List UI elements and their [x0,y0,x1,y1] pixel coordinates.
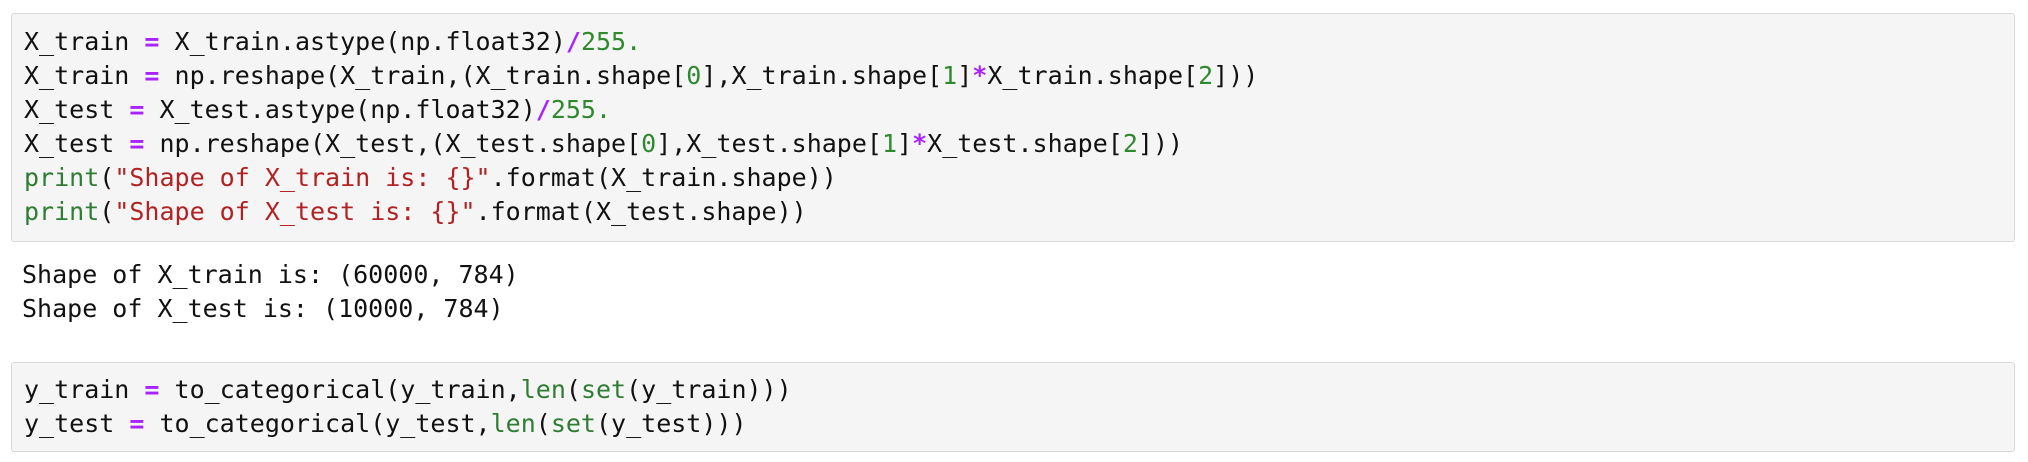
code-token: 1 [881,129,898,158]
code-cell-input-1[interactable]: X_train = X_train.astype(np.float32)/255… [11,13,2015,242]
code-token: ( [535,409,551,438]
code-token: y_test [24,409,130,438]
code-token: ] [957,61,973,90]
code-token: print [24,163,100,192]
code-token: to_categorical(y_test, [144,409,491,438]
code-token: * [972,61,988,90]
code-token: ] [897,129,913,158]
code-token: = [129,129,145,158]
code-line: print("Shape of X_test is: {}".format(X_… [24,195,1258,229]
code-token: len [490,409,536,438]
code-token: ],X_test.shape[ [656,129,882,158]
code-token: .format(X_train.shape)) [490,163,837,192]
code-line: X_train = X_train.astype(np.float32)/255… [24,25,1258,59]
code-token: = [129,409,145,438]
code-line: print("Shape of X_train is: {}".format(X… [24,161,1258,195]
code-cell-input-2[interactable]: y_train = to_categorical(y_train,len(set… [11,362,2015,452]
code-token: ( [99,197,115,226]
code-token: = [144,61,160,90]
code-token: 255. [580,27,642,56]
code-token: ])) [1137,129,1184,158]
code-token: set [550,409,596,438]
code-token: ( [99,163,115,192]
code-token: X_test.shape[ [927,129,1123,158]
code-token: to_categorical(y_train, [159,375,521,404]
code-token: / [565,27,581,56]
code-token: 2 [1198,61,1214,90]
code-token: * [912,129,928,158]
output-line: Shape of X_test is: (10000, 784) [22,294,504,323]
code-token: X_test [24,129,130,158]
code-editor[interactable]: X_train = X_train.astype(np.float32)/255… [24,25,1258,229]
code-token: np.reshape(X_test,(X_test.shape[ [144,129,642,158]
code-token: (y_train))) [626,375,792,404]
code-line: X_test = np.reshape(X_test,(X_test.shape… [24,127,1258,161]
code-token: .format(X_test.shape)) [475,197,807,226]
code-line: y_train = to_categorical(y_train,len(set… [24,373,792,407]
code-line: X_train = np.reshape(X_train,(X_train.sh… [24,59,1258,93]
code-token: 255. [550,95,612,124]
code-token: 0 [641,129,657,158]
code-token: 0 [686,61,702,90]
code-token: X_train.astype(np.float32) [159,27,566,56]
code-token: 2 [1122,129,1138,158]
code-token: 1 [942,61,958,90]
code-token: y_train [24,375,145,404]
output-line: Shape of X_train is: (60000, 784) [22,260,519,289]
code-token: ],X_train.shape[ [701,61,943,90]
code-editor[interactable]: y_train = to_categorical(y_train,len(set… [24,373,792,441]
code-token: X_train.shape[ [987,61,1199,90]
code-token: "Shape of X_test is: {}" [114,197,476,226]
code-token: set [580,375,627,404]
code-token: print [24,197,100,226]
code-token: X_test [24,95,130,124]
code-token: (y_test))) [595,409,747,438]
code-token: ])) [1213,61,1259,90]
code-token: = [144,375,160,404]
code-token: X_train [24,61,145,90]
code-line: y_test = to_categorical(y_test,len(set(y… [24,407,792,441]
code-token: "Shape of X_train is: {}" [114,163,491,192]
code-token: len [520,375,566,404]
code-token: = [144,27,160,56]
code-token: X_train [24,27,145,56]
cell-output: Shape of X_train is: (60000, 784) Shape o… [22,258,519,326]
code-line: X_test = X_test.astype(np.float32)/255. [24,93,1258,127]
code-token: np.reshape(X_train,(X_train.shape[ [159,61,687,90]
code-token: = [129,95,145,124]
code-token: X_test.astype(np.float32) [144,95,536,124]
code-token: / [535,95,551,124]
code-token: ( [565,375,581,404]
